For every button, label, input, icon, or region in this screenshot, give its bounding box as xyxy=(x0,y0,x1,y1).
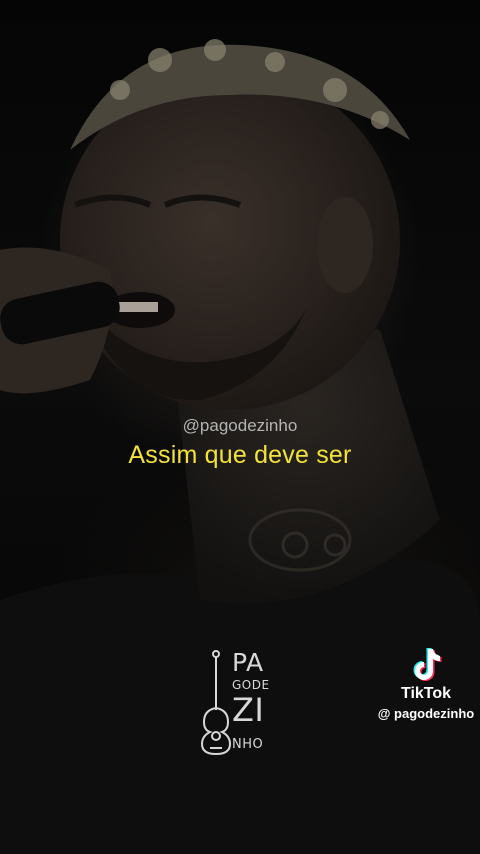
tiktok-username: @ pagodezinho xyxy=(377,706,475,721)
logo-line-1: PA xyxy=(232,648,264,677)
tiktok-note-icon xyxy=(413,648,442,681)
video-frame[interactable]: @pagodezinho Assim que deve ser PA GODE … xyxy=(0,0,480,854)
logo-line-3: ZI xyxy=(232,691,265,729)
video-handle-overlay: @pagodezinho xyxy=(182,416,298,435)
tiktok-brand-label: TikTok xyxy=(400,685,452,702)
pagodezinho-logo: PA GODE ZI NHO xyxy=(196,648,280,758)
lyric-caption: Assim que deve ser xyxy=(128,441,352,469)
logo-line-2: GODE xyxy=(232,678,270,692)
tiktok-watermark: TikTok @ pagodezinho xyxy=(372,645,480,721)
logo-line-4: NHO xyxy=(232,737,264,752)
